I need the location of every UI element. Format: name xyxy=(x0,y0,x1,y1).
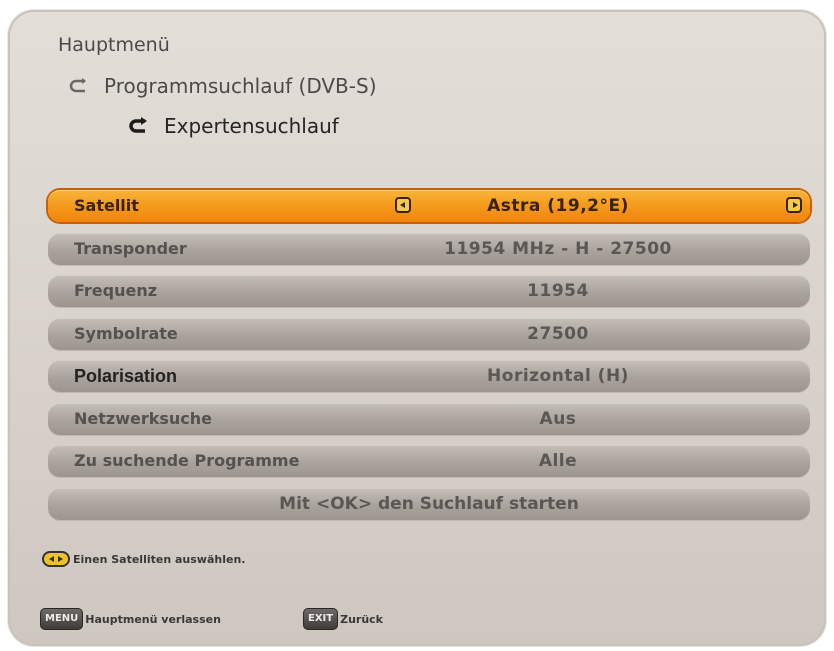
hint-text: Einen Satelliten auswählen. xyxy=(73,552,246,566)
setting-row-polarisation[interactable]: Polarisation Horizontal (H) xyxy=(48,360,810,392)
left-right-key-icon xyxy=(42,551,70,567)
return-arrow-icon xyxy=(129,117,147,133)
setting-label: Frequenz xyxy=(74,281,158,300)
breadcrumb-level2: Expertensuchlauf xyxy=(128,114,339,138)
setting-value: 27500 xyxy=(527,323,589,344)
hint-line: Einen Satelliten auswählen. xyxy=(42,551,245,567)
setting-value: Aus xyxy=(539,408,577,429)
setting-row-symbolrate[interactable]: Symbolrate 27500 xyxy=(48,317,810,350)
setting-row-transponder[interactable]: Transponder 11954 MHz - H - 27500 xyxy=(48,232,810,265)
setting-label: Satellit xyxy=(74,196,139,215)
setting-value: Horizontal (H) xyxy=(487,366,629,386)
setting-row-satellit[interactable]: Satellit Astra (19,2°E) xyxy=(48,190,810,222)
setting-value: 11954 MHz - H - 27500 xyxy=(444,238,672,259)
breadcrumb-root: Hauptmenü xyxy=(58,34,170,56)
footer-menu[interactable]: MENU Hauptmenü verlassen xyxy=(40,608,221,630)
setting-row-frequenz[interactable]: Frequenz 11954 xyxy=(48,275,810,307)
setting-row-netzwerksuche[interactable]: Netzwerksuche Aus xyxy=(48,402,810,435)
start-search-label: Mit <OK> den Suchlauf starten xyxy=(279,493,579,514)
setting-label: Polarisation xyxy=(74,366,178,386)
arrow-right-icon[interactable] xyxy=(786,197,802,213)
menu-key-icon[interactable]: MENU xyxy=(40,608,84,630)
setting-row-programme[interactable]: Zu suchende Programme Alle xyxy=(48,445,810,477)
footer-exit[interactable]: EXIT Zurück xyxy=(303,608,383,630)
setting-label: Netzwerksuche xyxy=(74,408,213,428)
setting-value: Astra (19,2°E) xyxy=(487,196,629,216)
return-arrow-icon xyxy=(69,78,86,93)
footer-exit-text: Zurück xyxy=(340,612,383,626)
settings-list: Satellit Astra (19,2°E) Transponder 1195… xyxy=(48,190,810,530)
breadcrumb-level2-label: Expertensuchlauf xyxy=(164,114,339,138)
setting-label: Transponder xyxy=(74,238,187,258)
start-search-button[interactable]: Mit <OK> den Suchlauf starten xyxy=(48,487,810,520)
breadcrumb-level1: Programmsuchlauf (DVB-S) xyxy=(68,74,377,98)
exit-key-icon[interactable]: EXIT xyxy=(303,608,339,630)
breadcrumb-root-label: Hauptmenü xyxy=(58,34,170,56)
footer-menu-text: Hauptmenü verlassen xyxy=(85,612,221,626)
setting-label: Zu suchende Programme xyxy=(74,451,300,470)
setting-label: Symbolrate xyxy=(74,323,178,343)
breadcrumb-level1-label: Programmsuchlauf (DVB-S) xyxy=(104,74,377,98)
setting-value: Alle xyxy=(538,451,578,471)
setting-value: 11954 xyxy=(527,281,589,301)
